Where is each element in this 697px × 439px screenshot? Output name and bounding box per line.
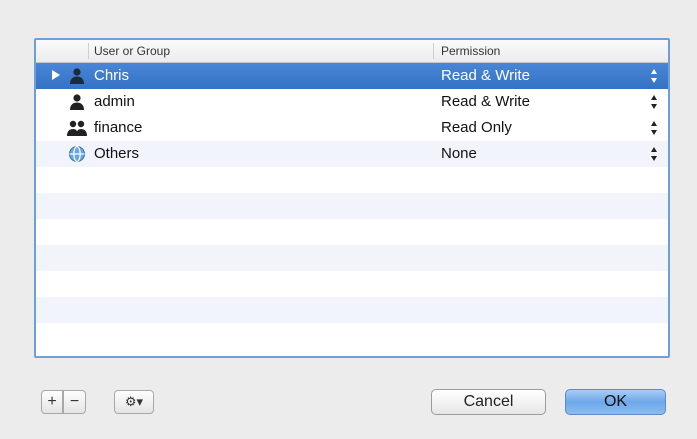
stepper-icon[interactable] — [650, 94, 658, 110]
permission-select[interactable]: None — [441, 145, 477, 162]
group-icon — [67, 120, 87, 136]
column-header-user[interactable]: User or Group — [94, 44, 170, 58]
single-user-icon — [70, 68, 84, 84]
sharing-permissions-dialog: User or Group Permission Chris Read & Wr… — [0, 0, 697, 439]
empty-row — [36, 193, 668, 219]
permission-select[interactable]: Read & Write — [441, 67, 530, 84]
single-user-icon — [70, 94, 84, 110]
ok-button[interactable]: OK — [565, 389, 666, 415]
gear-icon: ⚙▾ — [124, 394, 144, 409]
table-header: User or Group Permission — [36, 40, 668, 63]
table-row-others[interactable]: Others None — [36, 141, 668, 167]
permission-select[interactable]: Read & Write — [441, 93, 530, 110]
column-separator — [88, 43, 89, 59]
empty-row — [36, 245, 668, 271]
table-body: Chris Read & Write admin Read & Write fi… — [36, 63, 668, 356]
stepper-icon[interactable] — [650, 68, 658, 84]
table-row-finance[interactable]: finance Read Only — [36, 115, 668, 141]
row-name: Chris — [94, 67, 130, 84]
column-header-permission[interactable]: Permission — [441, 44, 500, 58]
empty-row — [36, 297, 668, 323]
stepper-icon[interactable] — [650, 146, 658, 162]
permission-select[interactable]: Read Only — [441, 119, 512, 136]
row-name: Others — [94, 145, 140, 162]
empty-row — [36, 167, 668, 193]
table-row-admin[interactable]: admin Read & Write — [36, 89, 668, 115]
table-row-chris[interactable]: Chris Read & Write — [36, 63, 668, 89]
disclosure-triangle-icon[interactable] — [52, 70, 60, 80]
empty-row — [36, 219, 668, 245]
cancel-button[interactable]: Cancel — [431, 389, 546, 415]
remove-button[interactable]: − — [63, 390, 86, 414]
column-separator — [433, 43, 434, 59]
row-name: finance — [94, 119, 143, 136]
stepper-icon[interactable] — [650, 120, 658, 136]
globe-icon — [69, 145, 85, 163]
gear-menu-button[interactable]: ⚙▾ — [114, 390, 154, 414]
add-button[interactable]: + — [41, 390, 63, 414]
empty-row — [36, 323, 668, 349]
row-name: admin — [94, 93, 135, 110]
permissions-table: User or Group Permission Chris Read & Wr… — [34, 38, 670, 358]
empty-row — [36, 271, 668, 297]
